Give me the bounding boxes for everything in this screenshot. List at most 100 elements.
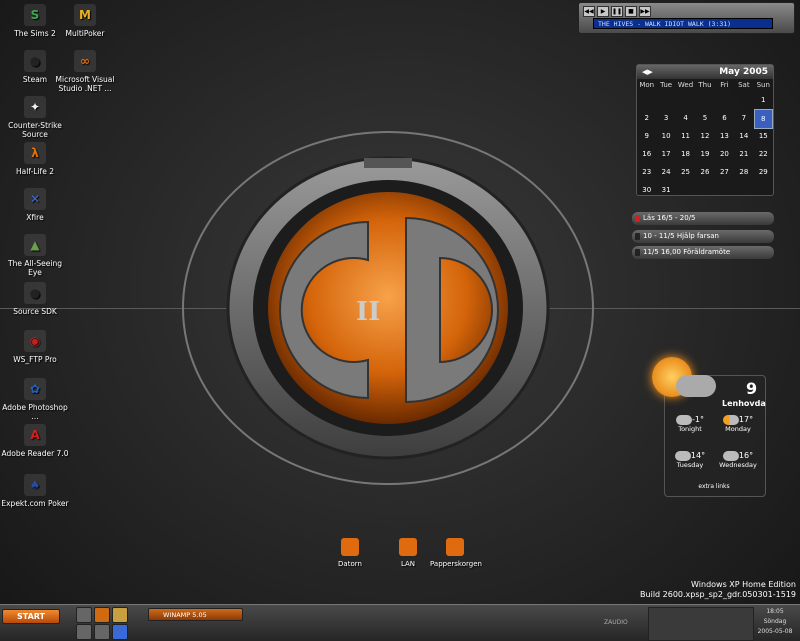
- calendar-day[interactable]: 18: [676, 145, 695, 163]
- calendar-nav-icon[interactable]: ◀▶: [642, 68, 653, 76]
- quicklaunch-desktop-icon[interactable]: [76, 607, 92, 623]
- desktop-icon[interactable]: λ Half-Life 2: [0, 142, 70, 176]
- desktop-icon[interactable]: ◉ WS_FTP Pro: [0, 330, 70, 364]
- weather-current-temp: 9: [746, 379, 758, 398]
- todo-item[interactable]: Läs 16/5 - 20/5: [632, 212, 774, 225]
- todo-item[interactable]: 10 - 11/5 Hjälp farsan: [632, 230, 774, 243]
- calendar-day[interactable]: [715, 181, 734, 199]
- desktop-icon-glyph-icon: ✕: [24, 188, 46, 210]
- winamp-button[interactable]: ◀◀: [583, 6, 595, 17]
- calendar-day[interactable]: [754, 181, 773, 199]
- calendar-day[interactable]: 12: [695, 127, 714, 145]
- desktop-icon-label: Papperskorgen: [430, 560, 482, 568]
- calendar-day[interactable]: 28: [734, 163, 753, 181]
- start-button[interactable]: START: [2, 609, 60, 624]
- windows-build: Build 2600.xpsp_sp2_gdr.050301-1519: [640, 590, 796, 599]
- clock-date: 2005-05-08: [757, 628, 793, 635]
- calendar-day[interactable]: 27: [715, 163, 734, 181]
- zaudio-label: ZAUDIO: [604, 619, 628, 626]
- calendar-week: 1: [637, 91, 773, 109]
- calendar-day[interactable]: [637, 91, 656, 109]
- calendar-day[interactable]: [715, 91, 734, 109]
- quicklaunch-steam-icon[interactable]: [76, 624, 92, 640]
- calendar-day[interactable]: 3: [656, 109, 675, 129]
- weather-extra-links[interactable]: extra links: [664, 483, 764, 490]
- calendar-title: May 2005: [719, 67, 768, 77]
- winamp-button[interactable]: ▶▶: [639, 6, 651, 17]
- cloud-icon: [676, 375, 716, 397]
- calendar-day[interactable]: 17: [656, 145, 675, 163]
- calendar-day[interactable]: 15: [754, 127, 773, 145]
- quicklaunch-folder-icon[interactable]: [112, 607, 128, 623]
- winamp-player[interactable]: ◀◀ ▶ ❚❚ ■ ▶▶ THE HIVES - WALK IDIOT WALK (3:…: [578, 2, 795, 34]
- calendar-day[interactable]: 10: [656, 127, 675, 145]
- calendar-day[interactable]: 1: [754, 91, 773, 109]
- calendar-day[interactable]: 11: [676, 127, 695, 145]
- calendar-widget: ◀▶ May 2005 Mon Tue Wed Thu Fri Sat Sun 123456…: [636, 64, 774, 196]
- calendar-day[interactable]: 20: [715, 145, 734, 163]
- calendar-weekday: Tue: [660, 81, 673, 89]
- winamp-button[interactable]: ■: [625, 6, 637, 17]
- calendar-day[interactable]: 6: [715, 109, 734, 129]
- desktop-icon[interactable]: ▲ The All-Seeing Eye: [0, 234, 70, 277]
- calendar-day[interactable]: [734, 181, 753, 199]
- winamp-button[interactable]: ❚❚: [611, 6, 623, 17]
- calendar-day[interactable]: 2: [637, 109, 656, 129]
- calendar-day[interactable]: 22: [754, 145, 773, 163]
- desktop-icon[interactable]: A Adobe Reader 7.0: [0, 424, 70, 458]
- forecast-cell: -1° Tonight: [666, 415, 714, 449]
- calendar-day[interactable]: [676, 91, 695, 109]
- desktop-icon[interactable]: ● Source SDK: [0, 282, 70, 316]
- calendar-day[interactable]: 31: [656, 181, 675, 199]
- desktop-icon-recycle-bin[interactable]: Papperskorgen: [430, 538, 482, 568]
- calendar-day[interactable]: [695, 181, 714, 199]
- calendar-weekday: Wed: [677, 81, 694, 89]
- calendar-day[interactable]: 5: [695, 109, 714, 129]
- calendar-weekday: Sat: [738, 81, 750, 89]
- calendar-day[interactable]: 21: [734, 145, 753, 163]
- desktop-icon[interactable]: ✿ Adobe Photoshop ...: [0, 378, 70, 421]
- calendar-day[interactable]: 29: [754, 163, 773, 181]
- desktop-icon[interactable]: ✦ Counter-Strike Source: [0, 96, 70, 139]
- calendar-day[interactable]: [676, 181, 695, 199]
- calendar-day[interactable]: 4: [676, 109, 695, 129]
- winamp-button[interactable]: ▶: [597, 6, 609, 17]
- calendar-day[interactable]: [734, 91, 753, 109]
- clock-day: Söndag: [763, 618, 787, 625]
- calendar-day[interactable]: [695, 91, 714, 109]
- quicklaunch-firefox-icon[interactable]: [94, 607, 110, 623]
- todo-item[interactable]: 11/5 16,00 Föräldramöte: [632, 246, 774, 259]
- calendar-day[interactable]: 23: [637, 163, 656, 181]
- desktop-icon[interactable]: ∞ Microsoft Visual Studio .NET ...: [50, 50, 120, 93]
- quicklaunch-media-icon[interactable]: [94, 624, 110, 640]
- todo-marker-icon: [635, 233, 640, 240]
- weather-widget: 9 Lenhovda -1° Tonight 17° Monday 14° Tuesday…: [652, 357, 766, 497]
- desktop-icon-label: Microsoft Visual Studio .NET ...: [55, 75, 115, 93]
- calendar-day[interactable]: 30: [637, 181, 656, 199]
- desktop-icon[interactable]: ✕ Xfire: [0, 188, 70, 222]
- desktop-icon-glyph-icon: ◉: [24, 330, 46, 352]
- taskbar-item-winamp[interactable]: WINAMP 5.05: [148, 608, 243, 621]
- taskbar: START WINAMP 5.05 ZAUDIO 18:05 Söndag 20…: [0, 604, 800, 641]
- desktop-icon-computer[interactable]: Datorn: [330, 538, 370, 568]
- winamp-track-title[interactable]: THE HIVES - WALK IDIOT WALK (3:31): [593, 18, 773, 29]
- calendar-day[interactable]: 14: [734, 127, 753, 145]
- calendar-day[interactable]: [656, 91, 675, 109]
- calendar-day[interactable]: 26: [695, 163, 714, 181]
- clock[interactable]: 18:05 Söndag 2005-05-08: [752, 607, 798, 639]
- calendar-day[interactable]: 8: [753, 109, 773, 129]
- calendar-day[interactable]: 19: [695, 145, 714, 163]
- calendar-day[interactable]: 7: [734, 109, 753, 129]
- system-tray[interactable]: [648, 607, 754, 641]
- quicklaunch-messenger-icon[interactable]: [112, 624, 128, 640]
- calendar-day[interactable]: 16: [637, 145, 656, 163]
- desktop-icon[interactable]: M MultiPoker: [50, 4, 120, 38]
- calendar-day[interactable]: 13: [715, 127, 734, 145]
- desktop-icon[interactable]: ♠ Expekt.com Poker: [0, 474, 70, 508]
- desktop-icon-lan[interactable]: LAN: [388, 538, 428, 568]
- calendar-day[interactable]: 24: [656, 163, 675, 181]
- calendar-day[interactable]: 25: [676, 163, 695, 181]
- calendar-day[interactable]: 9: [637, 127, 656, 145]
- wallpaper-logo: II: [182, 131, 594, 485]
- todo-marker-icon: [635, 215, 640, 222]
